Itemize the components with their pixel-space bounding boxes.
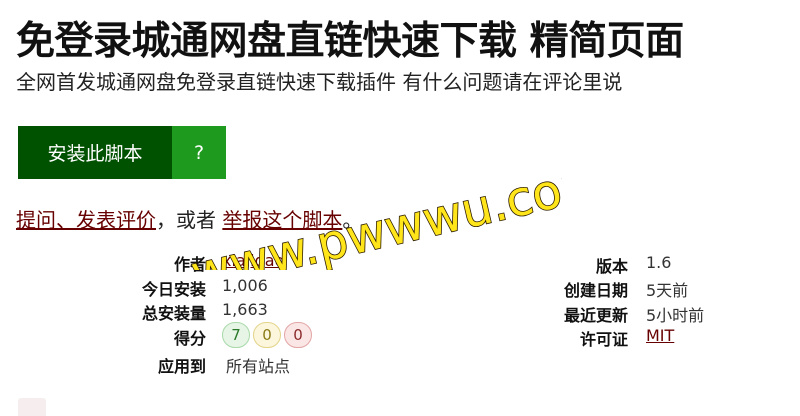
last-updated-value: 5小时前 bbox=[646, 306, 705, 325]
script-description: 全网首发城通网盘免登录直链快速下载插件 有什么问题请在评论里说 bbox=[16, 70, 623, 94]
feedback-line: 提问、发表评价，或者 举报这个脚本。 bbox=[16, 204, 362, 233]
license-label: 许可证 bbox=[579, 330, 628, 349]
total-installs-value: 1,663 bbox=[222, 300, 268, 319]
license-link[interactable]: MIT bbox=[646, 326, 674, 345]
author-label: 作者 bbox=[173, 255, 206, 274]
script-detail-page: 免登录城通网盘直链快速下载 精简页面 全网首发城通网盘免登录直链快速下载插件 有… bbox=[0, 0, 800, 416]
install-help-button[interactable]: ? bbox=[172, 126, 226, 179]
ok-ratings-badge: 0 bbox=[253, 322, 281, 348]
feedback-separator-text: ，或者 bbox=[156, 208, 223, 232]
version-label: 版本 bbox=[595, 257, 628, 276]
version-value: 1.6 bbox=[646, 253, 672, 272]
applies-to-value: 所有站点 bbox=[226, 357, 291, 376]
score-ratings: 7 0 0 bbox=[222, 322, 312, 348]
author-link[interactable]: xiajiqaq bbox=[222, 251, 285, 270]
installs-today-label: 今日安装 bbox=[141, 280, 206, 299]
license-value: MIT bbox=[646, 326, 674, 345]
good-ratings-badge: 7 bbox=[222, 322, 250, 348]
install-button-group: 安装此脚本 ? bbox=[18, 126, 226, 179]
applies-to-label: 应用到 bbox=[157, 357, 206, 376]
total-installs-label: 总安装量 bbox=[141, 304, 206, 323]
bad-ratings-badge: 0 bbox=[284, 322, 312, 348]
installs-today-value: 1,006 bbox=[222, 276, 268, 295]
last-updated-label: 最近更新 bbox=[563, 306, 628, 325]
report-script-link[interactable]: 举报这个脚本 bbox=[222, 208, 342, 232]
created-date-value: 5天前 bbox=[646, 281, 689, 300]
bottom-decoration bbox=[18, 398, 46, 416]
ask-review-link[interactable]: 提问、发表评价 bbox=[16, 208, 156, 232]
score-label: 得分 bbox=[173, 329, 206, 348]
page-title: 免登录城通网盘直链快速下载 精简页面 bbox=[16, 19, 684, 64]
install-script-button[interactable]: 安装此脚本 bbox=[18, 126, 172, 179]
feedback-end-text: 。 bbox=[342, 208, 363, 232]
author-value: xiajiqaq bbox=[222, 251, 285, 270]
created-date-label: 创建日期 bbox=[563, 281, 628, 300]
